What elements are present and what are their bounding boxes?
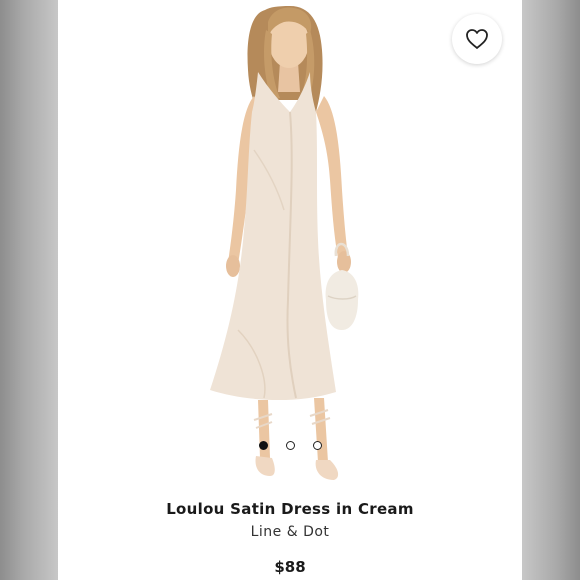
heart-icon: [466, 29, 488, 49]
left-frame: [0, 0, 58, 580]
carousel-dot-1[interactable]: [258, 441, 268, 450]
carousel-dot-3[interactable]: [312, 441, 322, 450]
right-frame: [522, 0, 580, 580]
carousel-indicators: [58, 441, 522, 453]
product-photo[interactable]: [58, 0, 522, 490]
product-title[interactable]: Loulou Satin Dress in Cream: [58, 500, 522, 518]
carousel-dot-2[interactable]: [285, 441, 295, 450]
product-card: Loulou Satin Dress in Cream Line & Dot $…: [58, 0, 522, 580]
product-brand[interactable]: Line & Dot: [58, 524, 522, 540]
product-price: $88: [274, 558, 306, 576]
favorite-button[interactable]: [452, 14, 502, 64]
model-illustration: [210, 6, 359, 480]
